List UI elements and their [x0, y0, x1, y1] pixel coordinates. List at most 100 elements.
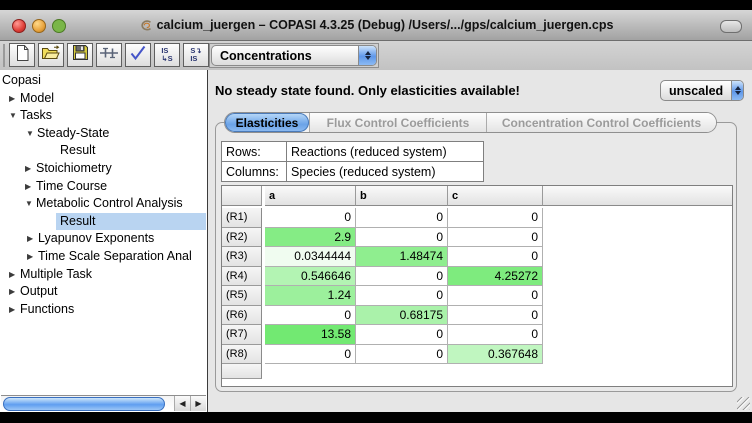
sidebar-item-label: Copasi — [2, 73, 41, 87]
sidebar-item-copasi[interactable]: Copasi — [0, 72, 207, 90]
sidebar-item-label: Tasks — [20, 108, 52, 122]
sidebar-item-label: Steady-State — [37, 126, 109, 140]
table-row: 1.2400 — [265, 286, 543, 306]
matrix-row-header: (R1) — [222, 208, 262, 228]
sidebar-item-steady-state[interactable]: ▼Steady-State — [0, 125, 207, 143]
matrix-cell: 0 — [448, 286, 543, 306]
open-file-button[interactable] — [38, 43, 64, 67]
slider-button[interactable] — [96, 43, 122, 67]
matrix-cell: 0 — [265, 208, 356, 228]
table-row: 0.03444441.484740 — [265, 247, 543, 267]
s-to-is-button[interactable]: S↴IS — [183, 43, 209, 67]
sidebar-horizontal-scrollbar[interactable]: ◀ ▶ — [1, 395, 206, 411]
table-row: 13.5800 — [265, 325, 543, 345]
is-to-s-button[interactable]: IS↳S — [154, 43, 180, 67]
toolbar-toggle-lozenge[interactable] — [720, 20, 742, 33]
sidebar-item-label: Functions — [20, 302, 74, 316]
tab-elasticities[interactable]: Elasticities — [225, 113, 309, 132]
commit-button[interactable] — [125, 43, 151, 67]
matrix-cell: 0 — [448, 228, 543, 248]
matrix-cell: 0 — [448, 306, 543, 326]
view-select-dropdown[interactable]: Concentrations — [211, 45, 377, 66]
matrix-header-filler — [543, 186, 732, 206]
matrix-cell: 0 — [265, 345, 356, 365]
chevron-right-icon[interactable]: ▶ — [9, 301, 20, 319]
sidebar-item-stoichiometry[interactable]: ▶Stoichiometry — [0, 160, 207, 178]
sidebar-item-label: Metabolic Control Analysis — [36, 196, 183, 210]
slider-icon — [99, 45, 119, 66]
rows-value: Reactions (reduced system) — [287, 142, 484, 162]
s-to-is-icon: S↴IS — [190, 47, 201, 63]
matrix-cell: 1.24 — [265, 286, 356, 306]
scrollbar-thumb[interactable] — [3, 397, 165, 411]
chevron-right-icon[interactable]: ▶ — [9, 90, 20, 108]
titlebar: calcium_juergen – COPASI 4.3.25 (Debug) … — [0, 10, 752, 41]
new-file-button[interactable] — [9, 43, 35, 67]
scroll-right-arrow-icon[interactable]: ▶ — [190, 396, 206, 411]
matrix-column-header: b — [356, 186, 448, 206]
sidebar-item-metabolic-control-analysis[interactable]: ▼Metabolic Control Analysis — [0, 195, 207, 213]
chevron-right-icon[interactable]: ▶ — [27, 248, 38, 266]
sidebar-item-result[interactable]: Result — [0, 213, 207, 231]
chevron-down-icon[interactable]: ▼ — [25, 195, 36, 213]
open-folder-icon — [41, 45, 61, 66]
sidebar-item-model[interactable]: ▶Model — [0, 90, 207, 108]
stepper-arrows-icon[interactable] — [731, 81, 743, 100]
matrix-row-header: (R5) — [222, 286, 262, 306]
chevron-right-icon[interactable]: ▶ — [25, 160, 36, 178]
chevron-down-icon[interactable]: ▼ — [26, 125, 37, 143]
matrix-cell: 1.48474 — [356, 247, 448, 267]
table-row: 000 — [265, 208, 543, 228]
matrix-cell: 0 — [356, 286, 448, 306]
tab-flux-control-coefficients[interactable]: Flux Control Coefficients — [309, 113, 486, 132]
chevron-right-icon[interactable]: ▶ — [9, 283, 20, 301]
status-message: No steady state found. Only elasticities… — [215, 83, 520, 98]
sidebar-item-time-scale-separation-anal[interactable]: ▶Time Scale Separation Anal — [0, 248, 207, 266]
scale-select-dropdown[interactable]: unscaled — [660, 80, 744, 101]
sidebar-item-output[interactable]: ▶Output — [0, 283, 207, 301]
chevron-right-icon[interactable]: ▶ — [25, 178, 36, 196]
matrix-cell: 0 — [448, 247, 543, 267]
checkmark-icon — [129, 45, 147, 66]
sidebar-item-multiple-task[interactable]: ▶Multiple Task — [0, 266, 207, 284]
sidebar-item-label: Result — [60, 143, 95, 157]
navigation-sidebar: Copasi▶Model▼Tasks▼Steady-StateResult▶St… — [0, 70, 208, 412]
matrix-cell: 0 — [448, 208, 543, 228]
save-file-button[interactable] — [67, 43, 93, 67]
columns-value: Species (reduced system) — [287, 162, 484, 182]
matrix-corner-cell — [222, 186, 262, 206]
toolbar: IS↳S S↴IS Concentrations — [0, 41, 752, 71]
zoom-button[interactable] — [52, 19, 66, 33]
columns-label: Columns: — [222, 162, 287, 182]
app-window: calcium_juergen – COPASI 4.3.25 (Debug) … — [0, 10, 752, 412]
matrix-cell: 0 — [356, 228, 448, 248]
sidebar-item-result[interactable]: Result — [0, 142, 207, 160]
matrix-row-header-filler — [222, 364, 262, 379]
matrix-row-header: (R8) — [222, 345, 262, 365]
sidebar-item-label: Stoichiometry — [36, 161, 112, 175]
sidebar-item-tasks[interactable]: ▼Tasks — [0, 107, 207, 125]
minimize-button[interactable] — [32, 19, 46, 33]
main-content: No steady state found. Only elasticities… — [208, 70, 752, 412]
stepper-arrows-icon[interactable] — [358, 46, 376, 65]
chevron-down-icon[interactable]: ▼ — [9, 107, 20, 125]
matrix-cell: 13.58 — [265, 325, 356, 345]
matrix-cell: 0 — [265, 306, 356, 326]
table-row: 00.681750 — [265, 306, 543, 326]
copasi-logo-icon — [139, 19, 153, 32]
scroll-left-arrow-icon[interactable]: ◀ — [174, 396, 190, 411]
table-row: 000.367648 — [265, 345, 543, 365]
view-select-frame: Concentrations — [209, 43, 379, 68]
sidebar-item-functions[interactable]: ▶Functions — [0, 301, 207, 319]
tab-concentration-control-coefficients[interactable]: Concentration Control Coefficients — [486, 113, 716, 132]
close-button[interactable] — [12, 19, 26, 33]
matrix-column-header: c — [448, 186, 543, 206]
matrix-cell: 2.9 — [265, 228, 356, 248]
chevron-right-icon[interactable]: ▶ — [9, 266, 20, 284]
matrix-cell: 0 — [356, 267, 448, 287]
chevron-right-icon[interactable]: ▶ — [27, 230, 38, 248]
matrix-cell: 0.0344444 — [265, 247, 356, 267]
sidebar-item-time-course[interactable]: ▶Time Course — [0, 178, 207, 196]
window-resize-grip[interactable] — [737, 397, 750, 410]
sidebar-item-lyapunov-exponents[interactable]: ▶Lyapunov Exponents — [0, 230, 207, 248]
